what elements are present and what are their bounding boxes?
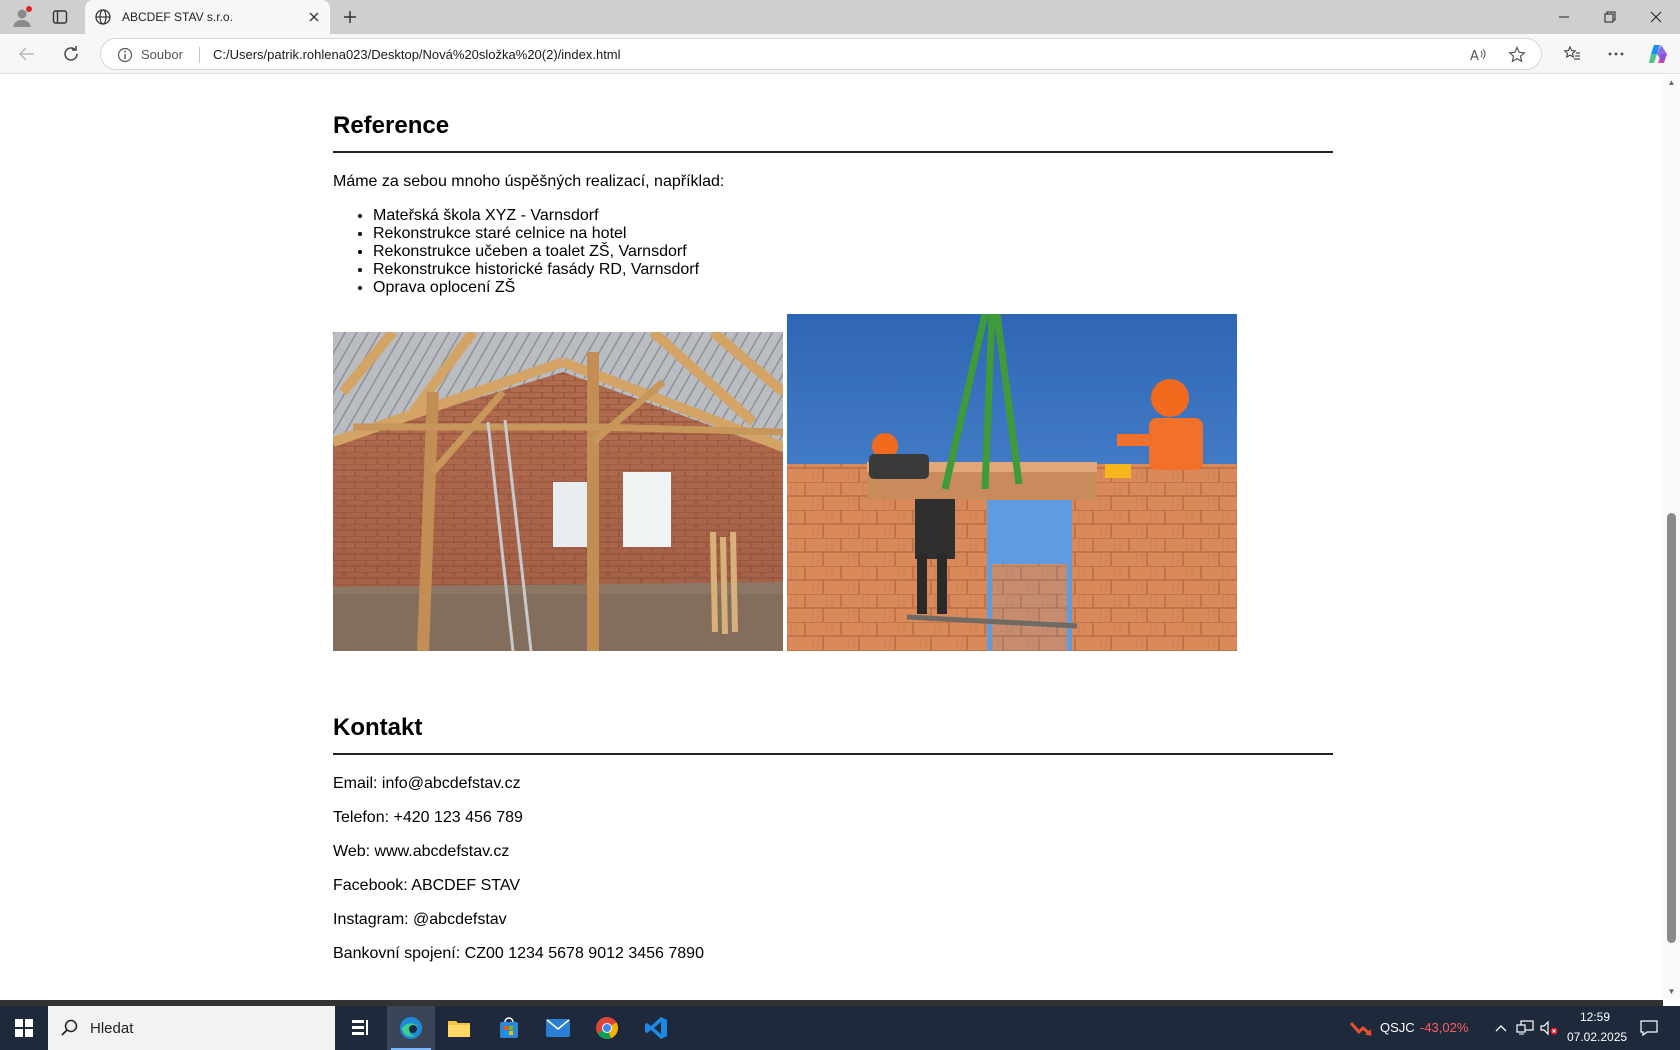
bricklayers-photo bbox=[787, 314, 1237, 651]
vscode-icon[interactable] bbox=[632, 1006, 680, 1050]
reference-divider bbox=[333, 151, 1333, 153]
search-placeholder: Hledat bbox=[90, 1019, 134, 1037]
back-arrow-icon[interactable] bbox=[12, 40, 42, 68]
clock-date[interactable]: 07.02.2025 bbox=[1567, 1030, 1627, 1044]
page-viewport: Reference Máme za sebou mnoho úspěšných … bbox=[0, 75, 1680, 1000]
favorite-star-icon[interactable] bbox=[1507, 45, 1527, 65]
tab-close-icon[interactable] bbox=[306, 9, 322, 25]
kontakt-divider bbox=[333, 753, 1333, 755]
kontakt-heading: Kontakt bbox=[333, 714, 423, 741]
address-scheme-label: Soubor bbox=[141, 47, 183, 62]
window-close-icon[interactable] bbox=[1633, 0, 1679, 34]
globe-icon bbox=[94, 8, 112, 26]
restore-icon[interactable] bbox=[1587, 0, 1633, 34]
browser-tab-bar: ABCDEF STAV s.r.o. bbox=[0, 0, 1680, 34]
minimize-icon[interactable] bbox=[1541, 0, 1587, 34]
tab-actions-icon[interactable] bbox=[44, 4, 76, 30]
favorites-icon[interactable] bbox=[1557, 40, 1587, 68]
list-item: Rekonstrukce staré celnice na hotel bbox=[373, 225, 699, 243]
svg-text:A: A bbox=[1470, 49, 1479, 63]
stock-ticker[interactable]: QSJC bbox=[1380, 1020, 1415, 1035]
reference-heading: Reference bbox=[333, 112, 450, 139]
edge-taskbar-icon[interactable] bbox=[387, 1006, 435, 1050]
browser-toolbar: Soubor C:/Users/patrik.rohlena023/Deskto… bbox=[0, 34, 1680, 74]
reference-intro: Máme za sebou mnoho úspěšných realizací,… bbox=[333, 173, 725, 190]
address-separator bbox=[199, 47, 200, 63]
chevron-up-icon[interactable] bbox=[1491, 1018, 1511, 1038]
notification-center-icon[interactable] bbox=[1639, 1018, 1659, 1038]
more-options-icon[interactable] bbox=[1601, 40, 1631, 68]
tab-title: ABCDEF STAV s.r.o. bbox=[122, 10, 233, 24]
list-item: Oprava oplocení ZŠ bbox=[373, 279, 699, 297]
copilot-icon[interactable] bbox=[1644, 40, 1674, 68]
browser-tab-active[interactable]: ABCDEF STAV s.r.o. bbox=[85, 0, 330, 34]
mail-icon[interactable] bbox=[534, 1006, 582, 1050]
file-explorer-icon[interactable] bbox=[435, 1006, 483, 1050]
contact-bank: Bankovní spojení: CZ00 1234 5678 9012 34… bbox=[333, 945, 704, 962]
taskbar-search-box[interactable]: Hledat bbox=[48, 1006, 335, 1050]
list-item: Mateřská škola XYZ - Varnsdorf bbox=[373, 207, 699, 225]
clock-time[interactable]: 12:59 bbox=[1580, 1010, 1610, 1024]
scroll-up-arrow-icon[interactable]: ▲ bbox=[1666, 78, 1677, 88]
reference-list: Mateřská škola XYZ - Varnsdorf Rekonstru… bbox=[373, 207, 699, 297]
network-icon[interactable] bbox=[1515, 1018, 1535, 1038]
scroll-down-arrow-icon[interactable]: ▼ bbox=[1666, 987, 1677, 997]
windows-start-icon[interactable] bbox=[0, 1006, 48, 1050]
task-view-icon[interactable] bbox=[336, 1006, 384, 1050]
contact-facebook: Facebook: ABCDEF STAV bbox=[333, 877, 521, 894]
windows-taskbar: Hledat QSJC -43,02% 12:59 07.02.2025 bbox=[0, 1006, 1680, 1050]
contact-instagram: Instagram: @abcdefstav bbox=[333, 911, 507, 928]
address-bar[interactable]: Soubor C:/Users/patrik.rohlena023/Deskto… bbox=[100, 38, 1542, 70]
stock-widget-icon[interactable] bbox=[1348, 1018, 1374, 1038]
chrome-icon[interactable] bbox=[583, 1006, 631, 1050]
address-url[interactable]: C:/Users/patrik.rohlena023/Desktop/Nová%… bbox=[213, 47, 621, 62]
new-tab-button[interactable] bbox=[336, 4, 364, 30]
attic-construction-photo bbox=[333, 332, 783, 651]
site-info-icon[interactable] bbox=[117, 47, 133, 63]
contact-web: Web: www.abcdefstav.cz bbox=[333, 843, 510, 860]
read-aloud-icon[interactable]: A bbox=[1469, 45, 1489, 65]
list-item: Rekonstrukce učeben a toalet ZŠ, Varnsdo… bbox=[373, 243, 699, 261]
profile-icon[interactable] bbox=[6, 4, 38, 30]
reload-icon[interactable] bbox=[56, 40, 86, 68]
list-item: Rekonstrukce historické fasády RD, Varns… bbox=[373, 261, 699, 279]
volume-muted-icon[interactable] bbox=[1539, 1018, 1559, 1038]
search-icon bbox=[60, 1018, 80, 1038]
microsoft-store-icon[interactable] bbox=[485, 1006, 533, 1050]
scrollbar-thumb[interactable] bbox=[1667, 513, 1676, 943]
stock-change: -43,02% bbox=[1420, 1020, 1469, 1035]
contact-email: Email: info@abcdefstav.cz bbox=[333, 775, 521, 792]
contact-phone: Telefon: +420 123 456 789 bbox=[333, 809, 523, 826]
